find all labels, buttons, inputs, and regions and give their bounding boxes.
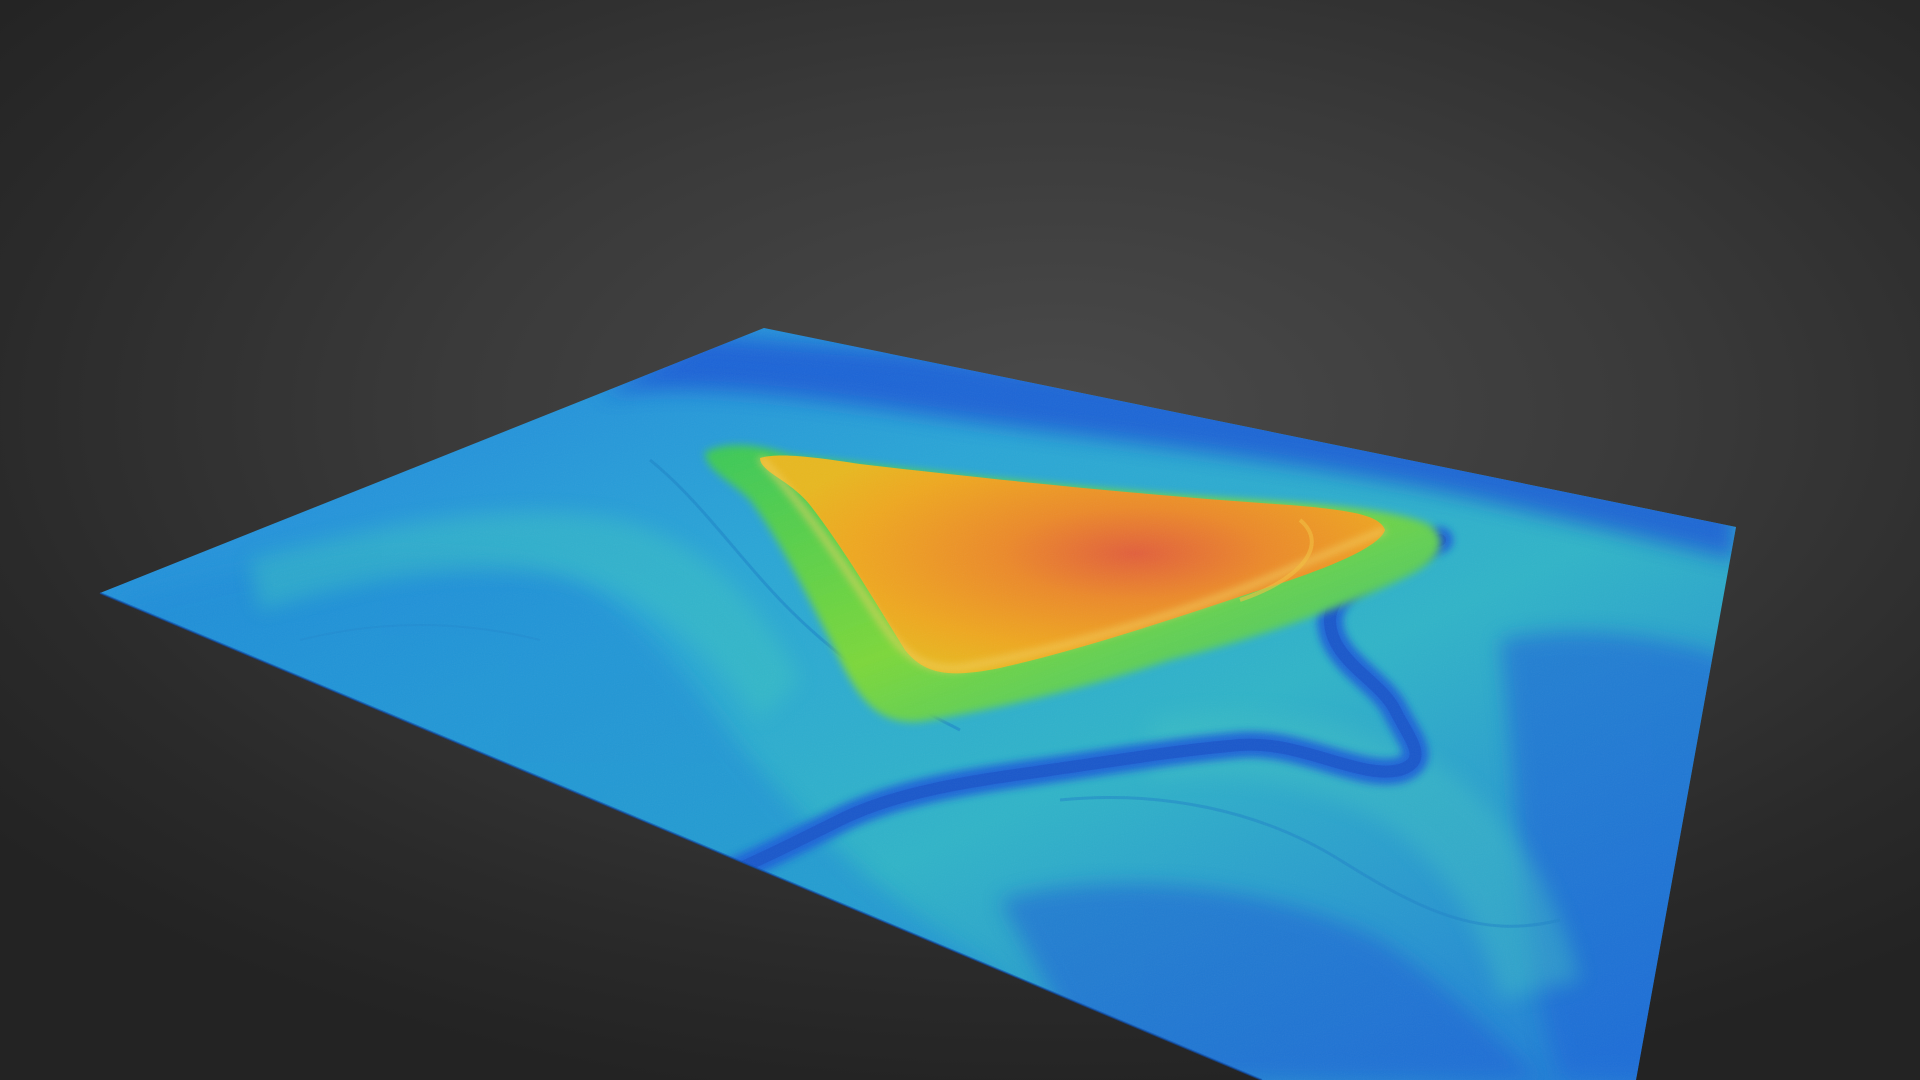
3d-viewport[interactable]: [0, 0, 1920, 1080]
terrain-model[interactable]: [0, 0, 1920, 1080]
